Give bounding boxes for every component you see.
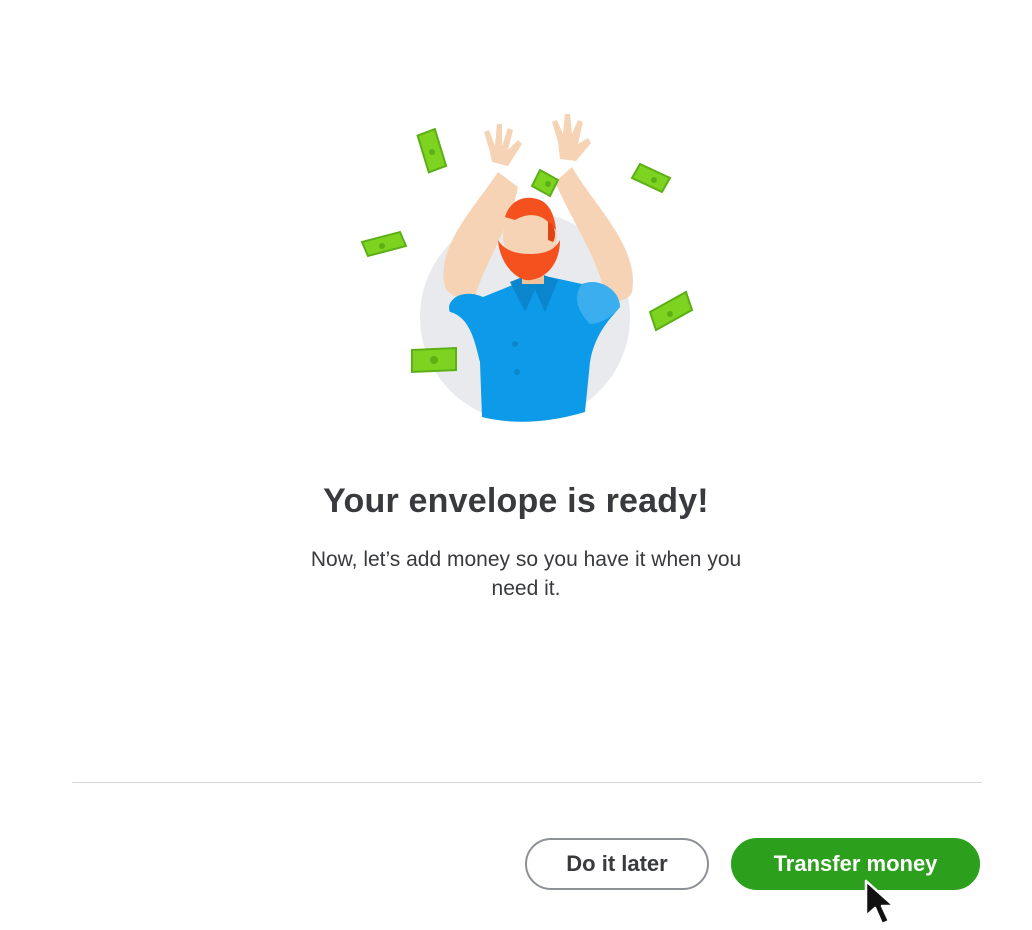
envelope-ready-dialog: Your envelope is ready! Now, let’s add m…: [0, 0, 1032, 930]
mouse-pointer-icon: [862, 878, 910, 930]
dialog-subtitle: Now, let’s add money so you have it when…: [310, 548, 742, 600]
transfer-money-button[interactable]: Transfer money: [731, 838, 980, 890]
dialog-title: Your envelope is ready!: [323, 482, 709, 520]
man-throwing-money-icon: [350, 112, 710, 432]
footer-divider: [72, 782, 982, 783]
do-it-later-button[interactable]: Do it later: [525, 838, 709, 890]
